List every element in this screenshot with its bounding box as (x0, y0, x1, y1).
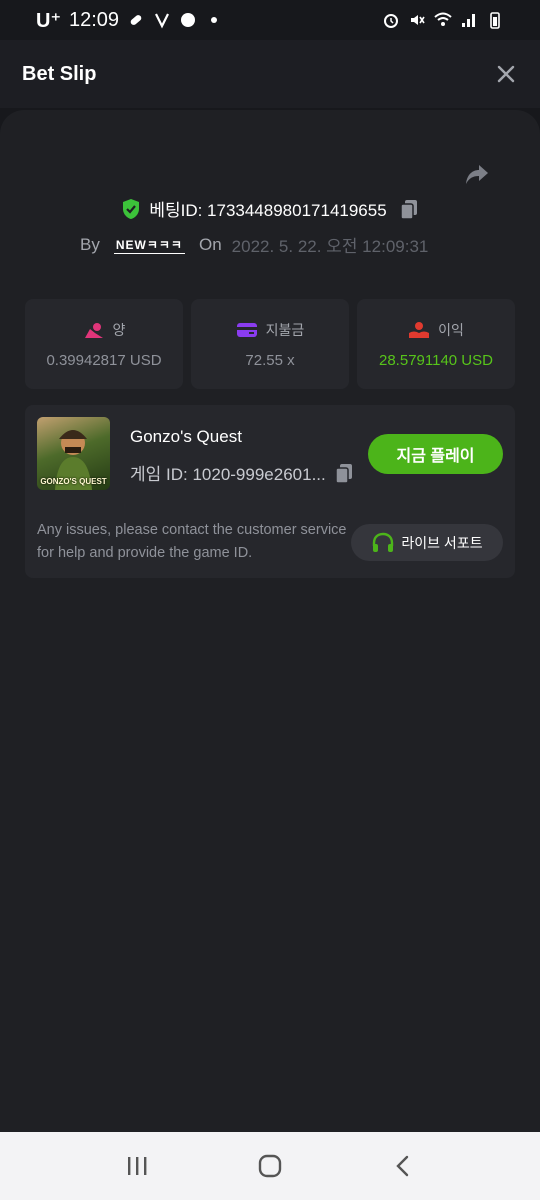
chat-icon (181, 13, 196, 27)
stat-card-payout: 지불금 72.55 x (191, 299, 349, 389)
stat-card-amount: 양 0.39942817 USD (25, 299, 183, 389)
bet-date: 2022. 5. 22. 오전 12:09:31 (231, 237, 429, 256)
copy-icon[interactable] (399, 198, 419, 220)
stat-value: 0.39942817 USD (46, 351, 162, 369)
stat-label: 양 (112, 321, 126, 338)
bet-id-row: 베팅ID: 1733448980171419655 (0, 196, 540, 221)
copy-icon[interactable] (334, 462, 354, 484)
stat-value: 72.55 x (245, 351, 295, 369)
home-button[interactable] (250, 1146, 290, 1186)
bet-slip-header: Bet Slip (0, 40, 540, 108)
thumb-label: GONZO'S QUEST (40, 477, 107, 486)
support-text: Any issues, please contact the customer … (37, 522, 347, 561)
status-bar: U⁺ 12:09 (0, 0, 540, 40)
game-title: Gonzo's Quest (130, 427, 242, 446)
recent-apps-icon (127, 1157, 147, 1175)
bet-amount-icon (84, 322, 103, 338)
game-id-row: 게임 ID: 1020-999e2601... (130, 460, 354, 485)
system-nav-bar (0, 1132, 540, 1200)
close-icon[interactable] (494, 62, 518, 86)
status-right (382, 11, 504, 29)
live-support-label: 라이브 서포트 (401, 534, 483, 551)
home-icon (258, 1154, 282, 1178)
pill-icon (130, 15, 142, 25)
mute-icon (411, 15, 425, 25)
recent-apps-button[interactable] (117, 1146, 157, 1186)
game-id-text: 게임 ID: 1020-999e2601... (130, 465, 326, 484)
bet-author-row: By NEWㅋㅋㅋ On 2022. 5. 22. 오전 12:09:31 (80, 232, 428, 257)
alarm-icon (384, 14, 398, 28)
user-name[interactable]: NEWㅋㅋㅋ (113, 236, 185, 254)
battery-icon (490, 12, 500, 29)
signal-icon (462, 14, 475, 27)
by-label: By (80, 234, 100, 254)
game-thumbnail[interactable]: GONZO'S QUEST (37, 417, 110, 490)
play-now-button[interactable]: 지금 플레이 (368, 434, 503, 474)
stat-card-profit: 이익 28.5791140 USD (357, 299, 515, 389)
wifi-icon (434, 12, 452, 26)
on-label: On (198, 234, 222, 254)
headset-icon (373, 532, 394, 552)
profit-icon (409, 321, 430, 338)
bet-id-text: 베팅ID: 1733448980171419655 (149, 201, 387, 220)
stat-label: 이익 (438, 321, 464, 338)
notification-icon (155, 13, 170, 29)
carrier-label: U⁺ (36, 9, 61, 32)
bet-slip-panel: 베팅ID: 1733448980171419655 By NEWㅋㅋㅋ On 2… (0, 110, 540, 1132)
page-title: Bet Slip (22, 62, 97, 85)
card-icon (236, 322, 257, 337)
dot-icon (211, 17, 218, 23)
shield-check-icon (123, 198, 140, 219)
game-card: GONZO'S QUEST Gonzo's Quest 게임 ID: 1020-… (25, 405, 515, 578)
status-left: U⁺ 12:09 (36, 8, 223, 33)
share-icon[interactable] (462, 160, 490, 188)
live-support-button[interactable]: 라이브 서포트 (351, 524, 503, 561)
status-time: 12:09 (69, 8, 120, 31)
stat-label: 지불금 (265, 321, 305, 338)
back-button[interactable] (383, 1146, 423, 1186)
stats-row: 양 0.39942817 USD 지불금 72.55 x 이익 28.57911… (25, 299, 515, 389)
back-icon (396, 1155, 409, 1177)
stat-value: 28.5791140 USD (379, 351, 493, 369)
